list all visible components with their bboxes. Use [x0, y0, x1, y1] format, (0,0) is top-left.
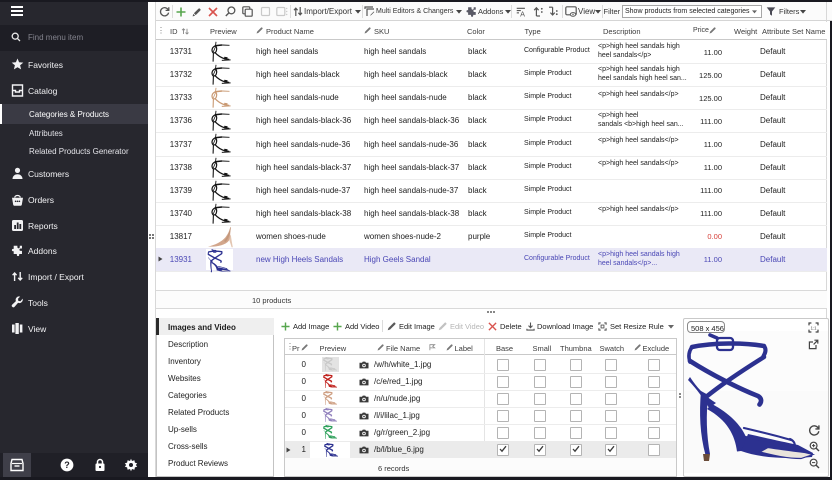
- svg-text:A: A: [520, 9, 525, 18]
- svg-text:1:1: 1:1: [811, 325, 817, 330]
- svg-text:?: ?: [64, 460, 70, 470]
